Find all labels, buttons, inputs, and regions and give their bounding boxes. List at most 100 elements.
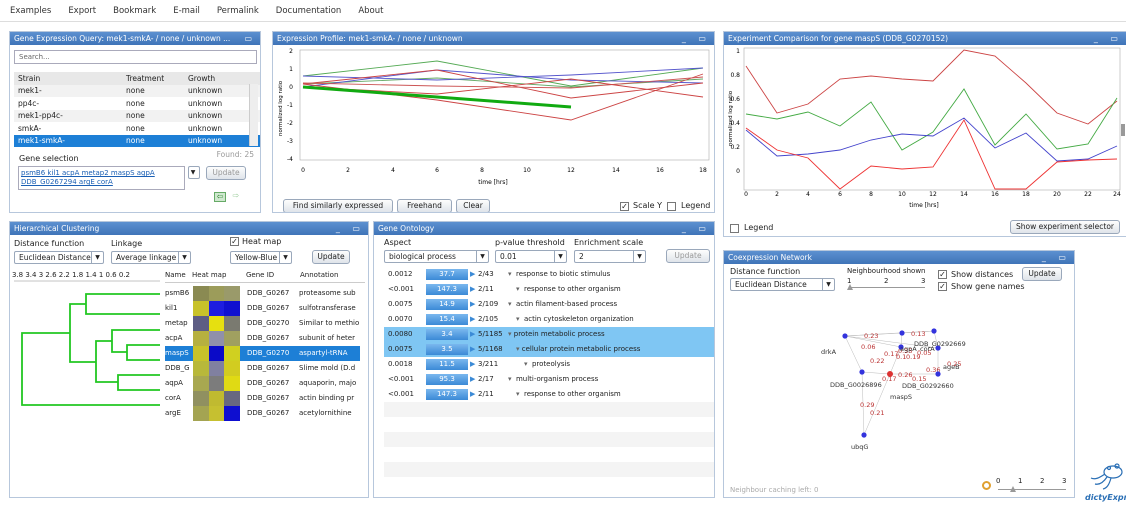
gene-links-2[interactable]: DDB_G0267294 argE corA [21,178,182,187]
chevron-down-icon[interactable]: ▾ [508,330,512,338]
arrow-right-icon[interactable]: ⇨ [230,192,242,202]
heat-cell [208,406,224,421]
show-gene-names-checkbox[interactable]: ✓ [938,282,947,291]
table-row-selected[interactable]: mek1-smkA-none unknown [14,134,260,147]
cell-treatment: none [126,123,145,133]
window-controls-icon[interactable]: _ ▭ [682,32,711,45]
table-row[interactable]: smkA-none unknown [14,122,260,135]
column-treatment[interactable]: Treatment [122,72,184,85]
update-button[interactable]: Update [1022,267,1062,281]
col-name[interactable]: Name [165,271,186,279]
chevron-down-icon[interactable]: ▾ [516,285,520,293]
coexpression-graph[interactable]: 0.23 0.13 0.06 0.17 0.22 0.1 0.19 0.05 0… [724,311,1074,461]
menu-examples[interactable]: Examples [10,6,51,16]
chevron-down-icon: ▼ [633,251,645,262]
col-heat-map[interactable]: Heat map [192,271,226,279]
go-row-highlighted[interactable]: 0.0075 3.5 ▶ 5/1168 ▾ cellular protein metab… [384,342,714,357]
window-controls-icon[interactable]: _ ▭ [682,222,711,235]
go-row[interactable]: 0.0070 15.4 ▶ 2/105 ▾ actin cytoskeleton org… [384,312,714,327]
menu-bookmark[interactable]: Bookmark [113,6,156,16]
column-strain[interactable]: Strain [14,72,122,85]
legend-checkbox[interactable] [667,202,676,211]
table-scrollbar[interactable] [249,84,258,146]
arrow-left-icon[interactable]: ⇦ [214,192,226,202]
window-controls-icon[interactable]: _ ▭ [336,222,365,235]
heat-cell [208,391,224,406]
distance-function-select[interactable]: Euclidean Distance ▼ [14,251,104,264]
update-button[interactable]: Update [312,250,350,264]
go-row[interactable]: <0.001 147.3 ▶ 2/11 ▾ response to other orga… [384,282,714,297]
chart-scrollbar[interactable] [1121,124,1125,136]
window-controls-icon[interactable]: _ ▭ [1094,32,1123,45]
enrichment-bar: 147.3 [426,389,468,400]
pvalue-label: p-value threshold [495,238,565,247]
table-row[interactable]: mek1-pp4c-none unknown [14,109,260,122]
slider-handle[interactable] [1010,486,1016,492]
color-scheme-select[interactable]: Yellow-Blue ▼ [230,251,292,264]
pvalue-select[interactable]: 0.01 ▼ [495,250,567,263]
col-gene-id[interactable]: Gene ID [246,271,274,279]
update-button[interactable]: Update [206,166,246,180]
enrichment-select[interactable]: 2 ▼ [574,250,646,263]
show-experiment-selector-button[interactable]: Show experiment selector [1010,220,1120,234]
distance-function-select[interactable]: Euclidean Distance ▼ [730,278,835,291]
gene-name: kil1 [165,304,178,312]
zoom-slider[interactable]: 0 1 2 3 [996,477,1070,495]
gene-name: metap [165,319,188,327]
go-row[interactable]: 0.0018 11.5 ▶ 3/211 ▾ proteolysis [384,357,714,372]
go-row[interactable]: 0.0012 37.7 ▶ 2/43 ▾ response to biotic stim… [384,267,714,282]
window-controls-icon[interactable]: _ ▭ [1042,251,1071,264]
show-distances-checkbox[interactable]: ✓ [938,270,947,279]
find-similar-button[interactable]: Find similarly expressed [283,199,393,212]
neighbourhood-slider[interactable]: 1 2 3 [847,277,927,293]
p-value: <0.001 [388,390,414,398]
gene-links-1[interactable]: psmB6 kil1 acpA metap2 maspS agpA [21,169,182,178]
heat-cell [208,376,224,391]
maximize-icon[interactable]: ▭ [244,32,257,45]
table-row[interactable]: mek1- none unknown [14,84,260,97]
chevron-down-icon[interactable]: ▾ [524,360,528,368]
expression-profile-chart[interactable]: 2 1 0 -1 -2 -3 -4 normalized log ratio 0… [273,46,714,196]
update-button[interactable]: Update [666,249,710,263]
experiment-comparison-chart[interactable]: 1 0.8 0.6 0.4 0.2 0 normalized log ratio… [724,46,1126,211]
chevron-down-icon[interactable]: ▾ [508,300,512,308]
gene-selection-dropdown[interactable]: ▼ [188,166,200,179]
aspect-select[interactable]: biological process ▼ [384,250,489,263]
linkage-select[interactable]: Average linkage ▼ [111,251,191,264]
heat-cell [224,376,240,391]
menu-export[interactable]: Export [68,6,96,16]
chevron-down-icon[interactable]: ▾ [516,315,520,323]
table-row[interactable]: pp4c-none unknown [14,97,260,110]
chevron-down-icon[interactable]: ▾ [508,270,512,278]
chevron-down-icon[interactable]: ▾ [508,375,512,383]
dendrogram-branch [126,344,160,361]
legend-checkbox[interactable] [730,224,739,233]
go-row[interactable]: <0.001 147.3 ▶ 2/11 ▾ response to other orga… [384,387,714,402]
go-row[interactable]: 0.0075 14.9 ▶ 2/109 ▾ actin filament-based p… [384,297,714,312]
menu-about[interactable]: About [358,6,383,16]
chevron-down-icon[interactable]: ▾ [516,390,520,398]
freehand-button[interactable]: Freehand [397,199,452,212]
go-term-label: actin filament-based process [515,300,618,308]
gene-name: maspS [165,349,189,357]
slider-handle[interactable] [847,284,853,290]
heat-cell [224,406,240,421]
edge-label: 0.26 [898,371,912,379]
gene-selection-box[interactable]: psmB6 kil1 acpA metap2 maspS agpA DDB_G0… [18,166,185,190]
chevron-down-icon[interactable]: ▾ [516,345,520,353]
go-list: 0.0012 37.7 ▶ 2/43 ▾ response to biotic stim… [374,267,714,497]
go-row[interactable]: <0.001 95.3 ▶ 2/17 ▾ multi-organism process [384,372,714,387]
clear-button[interactable]: Clear [456,199,490,212]
col-annotation[interactable]: Annotation [300,271,338,279]
column-growth[interactable]: Growth [184,72,260,85]
zoom-icon[interactable] [982,481,991,490]
xtick-label: 14 [612,167,620,174]
menu-permalink[interactable]: Permalink [217,6,259,16]
heat-map-checkbox[interactable]: ✓ [230,237,239,246]
go-row-highlighted[interactable]: 0.0080 3.4 ▶ 5/1185 ▾ protein metabolic proc… [384,327,714,342]
xtick-label: 10 [523,167,531,174]
search-input[interactable]: Search... [14,50,257,64]
menu-documentation[interactable]: Documentation [276,6,342,16]
scale-y-checkbox[interactable]: ✓ [620,202,629,211]
menu-email[interactable]: E-mail [173,6,200,16]
